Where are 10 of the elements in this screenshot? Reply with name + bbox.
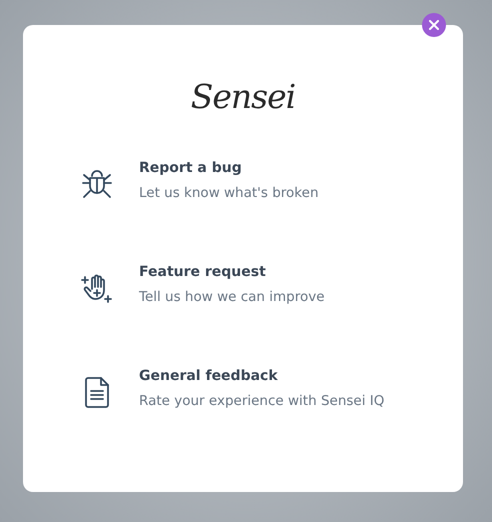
option-description: Tell us how we can improve xyxy=(139,288,325,306)
option-description: Let us know what's broken xyxy=(139,184,319,202)
option-title[interactable]: General feedback xyxy=(139,367,384,385)
close-icon xyxy=(429,20,439,30)
close-button[interactable] xyxy=(422,13,446,37)
logo: Sensei xyxy=(190,76,296,118)
option-title[interactable]: Feature request xyxy=(139,263,325,281)
option-description: Rate your experience with Sensei IQ xyxy=(139,392,384,410)
bug-icon xyxy=(80,167,114,201)
option-title[interactable]: Report a bug xyxy=(139,159,319,177)
